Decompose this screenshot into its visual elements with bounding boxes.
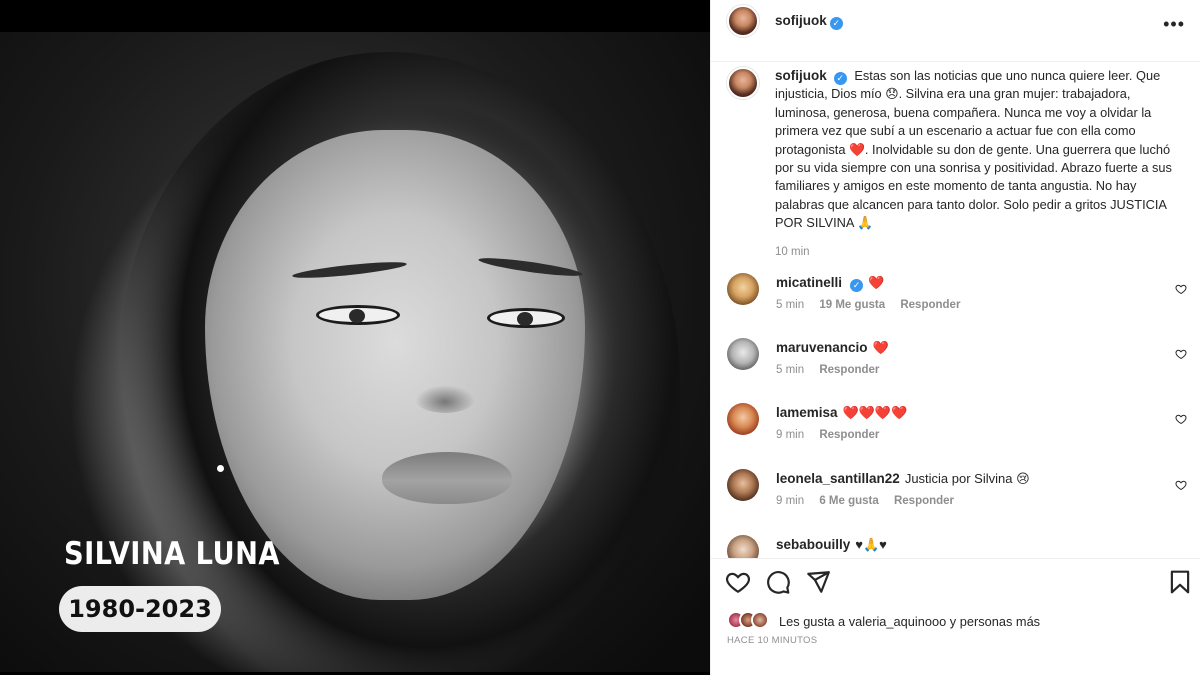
comment-username[interactable]: leonela_santillan22 xyxy=(776,471,900,486)
post-header: sofijuok ✓ ••• xyxy=(711,0,1200,62)
liker-avatar xyxy=(751,611,769,629)
commenter-avatar[interactable] xyxy=(727,469,759,501)
comment-item: lamemisa ❤️❤️❤️❤️ 9 min Responder xyxy=(711,403,1200,463)
photo-left-eye xyxy=(316,305,400,325)
comment-item: sebabouilly ♥🙏♥ xyxy=(711,535,1200,558)
comment-text: ❤️ xyxy=(872,340,889,355)
caption-text: Estas son las noticias que uno nunca qui… xyxy=(775,68,1172,231)
author-name-row: sofijuok ✓ xyxy=(775,12,843,30)
comment-item: maruvenancio ❤️ 5 min Responder xyxy=(711,338,1200,398)
comment-meta: 9 min Responder xyxy=(776,429,891,441)
post-photo-panel: SILVINA LUNA 1980-2023 xyxy=(0,0,710,675)
comments-panel: sofijuok ✓ ••• sofijuok ✓ Estas son las no… xyxy=(710,0,1200,675)
verified-icon: ✓ xyxy=(833,72,847,85)
caption-avatar[interactable] xyxy=(727,67,759,99)
more-horizontal-icon[interactable]: ••• xyxy=(1163,14,1185,35)
reply-button[interactable]: Responder xyxy=(900,299,960,311)
photo-nose xyxy=(415,385,475,413)
post-actions: Les gusta a valeria_aquinooo y personas … xyxy=(711,558,1200,675)
author-avatar[interactable] xyxy=(727,5,759,37)
reply-button[interactable]: Responder xyxy=(819,429,879,441)
comment-text: ❤️❤️❤️❤️ xyxy=(842,405,908,420)
instagram-post-view: SILVINA LUNA 1980-2023 sofijuok ✓ ••• sof… xyxy=(0,0,1200,675)
photo-years-badge: 1980-2023 xyxy=(59,586,221,632)
commenter-avatar[interactable] xyxy=(727,403,759,435)
caption-meta: 10 min xyxy=(775,243,1180,261)
photo-name-overlay: SILVINA LUNA xyxy=(64,536,280,572)
comment-time: 5 min xyxy=(776,299,805,311)
like-comment-heart-icon[interactable] xyxy=(1175,348,1187,360)
like-comment-heart-icon[interactable] xyxy=(1175,413,1187,425)
like-comment-heart-icon[interactable] xyxy=(1175,479,1187,491)
post-timestamp: HACE 10 MINUTOS xyxy=(727,635,818,646)
author-username[interactable]: sofijuok xyxy=(775,13,827,28)
comment-icon[interactable] xyxy=(765,569,791,595)
heart-icon[interactable] xyxy=(725,569,751,595)
comment-username[interactable]: micatinelli xyxy=(776,275,842,290)
comment-username[interactable]: lamemisa xyxy=(776,405,838,420)
comment-time: 9 min xyxy=(776,429,805,441)
comment-text: ♥🙏♥ xyxy=(855,537,887,552)
commenter-avatar[interactable] xyxy=(727,535,759,558)
comment-line: sebabouilly ♥🙏♥ xyxy=(776,537,887,553)
verified-icon: ✓ xyxy=(850,279,864,292)
like-comment-heart-icon[interactable] xyxy=(1175,283,1187,295)
photo-lips xyxy=(382,452,512,504)
comment-item: leonela_santillan22 Justicia por Silvina … xyxy=(711,469,1200,529)
comment-meta: 9 min 6 Me gusta Responder xyxy=(776,495,966,507)
reply-button[interactable]: Responder xyxy=(894,495,954,507)
caption-time: 10 min xyxy=(775,245,810,258)
photo-right-eye xyxy=(487,308,565,328)
reply-button[interactable]: Responder xyxy=(819,364,879,376)
comment-line: leonela_santillan22 Justicia por Silvina … xyxy=(776,471,1030,487)
comment-text: ❤️ xyxy=(868,275,885,290)
comment-username[interactable]: sebabouilly xyxy=(776,537,850,552)
commenter-avatar[interactable] xyxy=(727,273,759,305)
comment-likes[interactable]: 19 Me gusta xyxy=(819,299,885,311)
post-caption: sofijuok ✓ Estas son las noticias que uno… xyxy=(775,67,1180,261)
caption-username[interactable]: sofijuok xyxy=(775,68,827,83)
comment-username[interactable]: maruvenancio xyxy=(776,340,868,355)
photo-earring xyxy=(217,465,224,472)
likes-summary[interactable]: Les gusta a valeria_aquinooo y personas … xyxy=(779,614,1040,629)
comment-meta: 5 min Responder xyxy=(776,364,891,376)
bookmark-icon[interactable] xyxy=(1167,569,1193,595)
comment-meta: 5 min 19 Me gusta Responder xyxy=(776,299,972,311)
comment-line: lamemisa ❤️❤️❤️❤️ xyxy=(776,405,907,421)
comment-item: micatinelli ✓ ❤️ 5 min 19 Me gusta Respond… xyxy=(711,273,1200,333)
comment-likes[interactable]: 6 Me gusta xyxy=(819,495,878,507)
share-icon[interactable] xyxy=(805,569,831,595)
comment-time: 9 min xyxy=(776,495,805,507)
verified-icon: ✓ xyxy=(829,17,843,30)
comment-line: maruvenancio ❤️ xyxy=(776,340,889,356)
commenter-avatar[interactable] xyxy=(727,338,759,370)
comment-text: Justicia por Silvina 😢 xyxy=(904,471,1030,486)
comment-line: micatinelli ✓ ❤️ xyxy=(776,275,884,292)
comment-time: 5 min xyxy=(776,364,805,376)
